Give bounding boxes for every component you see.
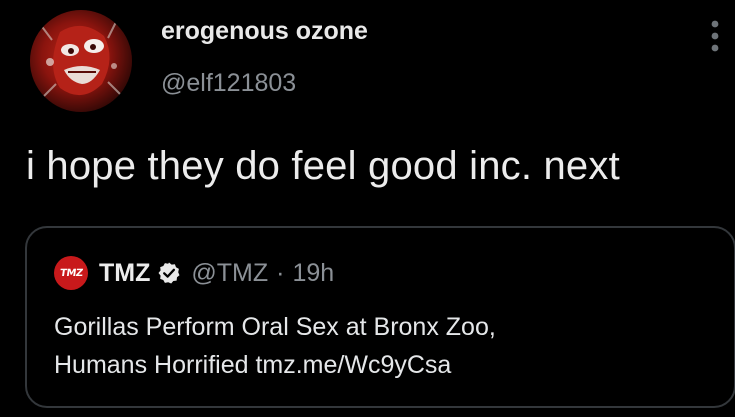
avatar-image (30, 10, 132, 112)
quoted-author-avatar[interactable]: TMZ (54, 256, 88, 290)
quoted-tweet-header: TMZ TMZ @TMZ · 19h (54, 253, 334, 293)
user-avatar[interactable] (30, 10, 132, 112)
quoted-tweet-time[interactable]: 19h (292, 259, 334, 288)
quoted-tweet-card[interactable]: TMZ TMZ @TMZ · 19h Gorillas Perform Oral… (25, 226, 735, 408)
author-display-name[interactable]: erogenous ozone (161, 17, 368, 46)
tmz-logo-text: TMZ (58, 267, 84, 279)
author-handle[interactable]: @elf121803 (161, 69, 296, 98)
quoted-tweet-text: Gorillas Perform Oral Sex at Bronx Zoo, … (54, 308, 496, 384)
quoted-text-line: Humans Horrified tmz.me/Wc9yCsa (54, 351, 452, 379)
quoted-text-line: Gorillas Perform Oral Sex at Bronx Zoo, (54, 313, 496, 341)
separator-dot: · (276, 258, 285, 287)
quoted-author-name[interactable]: TMZ (99, 259, 150, 288)
verified-badge-icon (157, 261, 181, 285)
more-vertical-icon[interactable] (705, 18, 725, 54)
tweet-text: i hope they do feel good inc. next (26, 144, 620, 188)
quoted-author-handle[interactable]: @TMZ (191, 259, 268, 288)
